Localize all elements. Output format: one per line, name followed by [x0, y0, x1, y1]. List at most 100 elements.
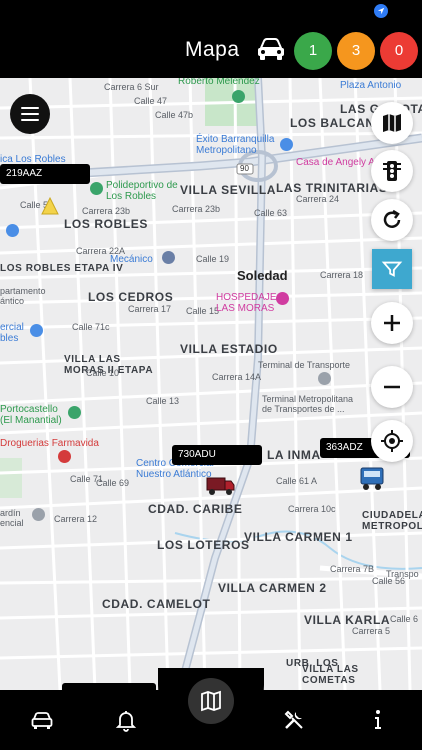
- street-carrera-7b: Carrera 7B: [330, 564, 375, 574]
- place-terminal-metropolitana: Terminal Metropolitana de Transportes de…: [262, 394, 354, 414]
- label-urb-los: URB. LOS: [286, 658, 339, 669]
- street-calle-47: Calle 47: [134, 96, 168, 106]
- street-carrera-10c: Carrera 10c: [288, 504, 336, 514]
- zoom-in-icon: [384, 315, 400, 331]
- tab-map[interactable]: [188, 678, 234, 724]
- street-carrera-6-sur: Carrera 6 Sur: [104, 82, 159, 92]
- page-title: Mapa: [185, 38, 240, 61]
- vehicle-label-219aaz[interactable]: 219AAZ: [0, 164, 90, 184]
- label-los-robles-etapa-iv: LOS ROBLES ETAPA IV: [0, 263, 124, 274]
- label-villa-carmen-1: VILLA CARMEN 1: [244, 530, 353, 544]
- filter-button[interactable]: [372, 249, 412, 289]
- hamburger-icon: [21, 107, 39, 109]
- street-calle-53: Carrera 23b: [172, 204, 221, 214]
- street-calle-13: Calle 13: [146, 396, 180, 406]
- refresh-icon: [383, 209, 401, 228]
- active-tab-indicator: [62, 683, 156, 690]
- map-icon: [201, 690, 221, 712]
- label-cdad-camelot: CDAD. CAMELOT: [102, 597, 211, 611]
- street-calle-19: Calle 19: [196, 254, 230, 264]
- shop-poi-icon-2[interactable]: [30, 324, 43, 337]
- sports-poi-icon[interactable]: [90, 182, 103, 195]
- street-calle-47b: Calle 47b: [155, 110, 194, 120]
- street-calle-15: Calle 15: [186, 306, 220, 316]
- place-apartamento: partamento ántico: [0, 286, 46, 306]
- place-mecanico: Mecánico: [110, 254, 153, 265]
- street-carrera-17: Carrera 17: [128, 304, 172, 314]
- map-layers-button[interactable]: [371, 102, 413, 144]
- park-poi-icon-2[interactable]: [68, 406, 81, 419]
- vehicle-marker-219aaz-icon[interactable]: [40, 196, 60, 216]
- info-icon: [375, 710, 381, 729]
- map-layers-icon: [383, 114, 401, 132]
- label-cdad-caribe: CDAD. CARIBE: [148, 502, 243, 516]
- locate-icon: [381, 430, 403, 452]
- place-exito: Éxito Barranquilla Metropolitano: [196, 134, 275, 156]
- counter-alert[interactable]: 0: [380, 32, 418, 70]
- place-transpo: Transpo: [386, 569, 419, 579]
- traffic-button[interactable]: [371, 150, 413, 192]
- place-roberto-melendez: Roberto Melendez: [178, 78, 260, 87]
- place-casa-angely: Casa de Angely A: [296, 157, 375, 168]
- bus-poi-icon[interactable]: [318, 372, 331, 385]
- status-bar: [0, 0, 422, 24]
- vehicle-marker-730adu-truck-icon[interactable]: [206, 474, 236, 496]
- street-calle-10: Calle 10: [86, 368, 120, 378]
- label-los-loteros: LOS LOTEROS: [157, 538, 250, 552]
- tab-tools[interactable]: [274, 700, 314, 740]
- street-carrera-18: Carrera 18: [320, 270, 364, 280]
- tab-vehicles[interactable]: [22, 700, 62, 740]
- street-calle-69: Calle 69: [96, 478, 130, 488]
- hamburger-icon-bar: [21, 119, 39, 121]
- street-carrera-12: Carrera 12: [54, 514, 98, 524]
- shop-poi-icon[interactable]: [280, 138, 293, 151]
- street-calle-61a: Calle 61 A: [276, 476, 318, 486]
- place-jardin: ardín encial: [0, 508, 24, 528]
- vehicle-label-730adu[interactable]: 730ADU: [172, 445, 262, 465]
- counter-warning-value: 3: [351, 42, 361, 59]
- car-icon[interactable]: [256, 38, 286, 62]
- place-polideportivo: Polideportivo de Los Robles: [106, 180, 178, 202]
- car-icon: [31, 712, 53, 729]
- street-carrera-5: Carrera 5: [352, 626, 391, 636]
- label-las-trinitarias: LAS TRINITARIAS: [276, 181, 388, 195]
- counter-active-value: 1: [308, 42, 318, 59]
- zoom-in-button[interactable]: [371, 302, 413, 344]
- street-carrera-24: Carrera 24: [296, 194, 340, 204]
- counter-warning[interactable]: 3: [337, 32, 375, 70]
- app-header: Mapa 1 3 0: [0, 24, 422, 78]
- park-poi-icon[interactable]: [232, 90, 245, 103]
- poi-icon[interactable]: [32, 508, 45, 521]
- place-plaza-antonio: Plaza Antonio: [340, 80, 402, 91]
- label-villa-karla: VILLA KARLA: [304, 613, 391, 627]
- pharmacy-poi-icon[interactable]: [58, 450, 71, 463]
- place-terminal-transporte: Terminal de Transporte: [258, 360, 351, 370]
- menu-button[interactable]: [10, 94, 50, 134]
- vehicle-marker-363adz-truck-icon[interactable]: [358, 466, 386, 492]
- label-los-cedros: LOS CEDROS: [88, 290, 174, 304]
- tools-icon: [284, 710, 303, 729]
- traffic-light-icon: [383, 161, 401, 181]
- street-carrera-14a: Carrera 14A: [212, 372, 262, 382]
- street-carrera-23b: Carrera 23b: [82, 206, 131, 216]
- hamburger-icon-bar: [21, 113, 39, 115]
- filter-icon: [381, 261, 403, 277]
- road-badge: 90: [240, 164, 249, 173]
- tab-info[interactable]: [358, 700, 398, 740]
- street-calle-63: Calle 63: [254, 208, 288, 218]
- hotel-poi-icon[interactable]: [276, 292, 289, 305]
- tab-notifications[interactable]: [106, 700, 146, 740]
- my-location-button[interactable]: [371, 420, 413, 462]
- label-villa-carmen-2: VILLA CARMEN 2: [218, 581, 327, 595]
- hospital-poi-icon[interactable]: [6, 224, 19, 237]
- bell-icon: [115, 711, 137, 732]
- mechanic-poi-icon[interactable]: [162, 251, 175, 264]
- zoom-out-button[interactable]: [371, 366, 413, 408]
- location-arrow-icon: [374, 4, 388, 18]
- map-view[interactable]: LOS BALCANES LAS GAVIOTAS LAS TRINITARIA…: [0, 78, 422, 690]
- counter-alert-value: 0: [394, 42, 404, 59]
- zoom-out-icon: [384, 385, 400, 389]
- counter-active[interactable]: 1: [294, 32, 332, 70]
- place-portocastello: Portocastello (El Manantial): [0, 404, 62, 426]
- refresh-button[interactable]: [371, 199, 413, 241]
